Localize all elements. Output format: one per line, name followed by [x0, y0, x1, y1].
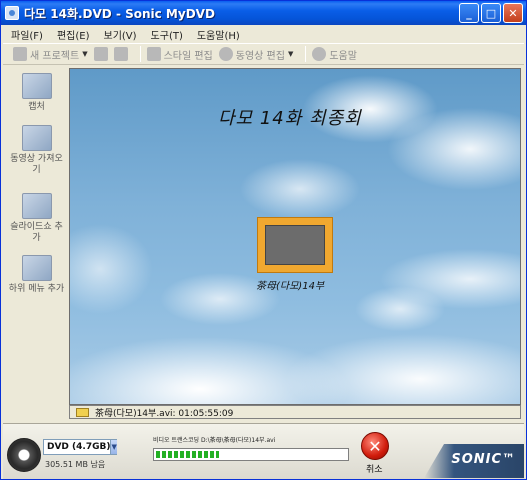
close-x-icon: ✕: [368, 436, 382, 456]
title-bar[interactable]: 다모 14화.DVD - Sonic MyDVD _ □ ✕: [1, 1, 526, 25]
chevron-down-icon[interactable]: ▼: [110, 440, 117, 454]
menu-help[interactable]: 도움말(H): [197, 27, 240, 42]
dropdown-caret-icon[interactable]: ▼: [82, 50, 87, 58]
menu-tools[interactable]: 도구(T): [151, 27, 183, 42]
help-label: 도움말: [329, 50, 357, 62]
video-thumbnail: [265, 225, 325, 265]
video-thumbnail-button[interactable]: [257, 217, 333, 273]
submenu-icon: [21, 255, 52, 281]
new-project-label: 새 프로젝트: [30, 50, 80, 62]
left-sidebar: 캡처 동영상 가져오기 슬라이드쇼 추가 하위 메뉴 추가: [5, 67, 68, 427]
new-project-button[interactable]: 새 프로젝트 ▼: [13, 47, 88, 62]
thumbnail-label[interactable]: 茶母(다모)14부: [256, 277, 324, 292]
edit-style-button[interactable]: 스타일 편집: [146, 47, 213, 62]
cancel-label: 취소: [366, 465, 383, 475]
close-button[interactable]: ✕: [503, 3, 523, 23]
help-icon: [312, 47, 327, 61]
edit-video-button[interactable]: 동영상 편집 ▼: [218, 47, 293, 62]
camera-icon: [21, 73, 52, 99]
open-button[interactable]: [93, 47, 108, 61]
save-button[interactable]: [113, 47, 128, 61]
toolbar-separator: [305, 46, 307, 62]
menu-view[interactable]: 보기(V): [104, 27, 137, 42]
disc-icon: [7, 438, 41, 472]
minimize-button[interactable]: _: [459, 3, 479, 23]
help-button[interactable]: 도움말: [312, 47, 357, 62]
open-folder-icon: [93, 47, 108, 61]
menu-preview[interactable]: 다모 14화 최종회 茶母(다모)14부: [69, 68, 521, 405]
window-title: 다모 14화.DVD - Sonic MyDVD: [24, 6, 215, 21]
add-submenu-label: 하위 메뉴 추가: [8, 284, 65, 294]
style-icon: [146, 47, 161, 61]
dropdown-caret-icon[interactable]: ▼: [288, 50, 293, 58]
edit-style-label: 스타일 편집: [163, 50, 213, 62]
import-video-label: 동영상 가져오기: [10, 154, 63, 175]
add-submenu-button[interactable]: 하위 메뉴 추가: [5, 255, 68, 295]
menu-file[interactable]: 파일(F): [11, 27, 43, 42]
capture-label: 캡처: [28, 102, 45, 112]
maximize-button[interactable]: □: [481, 3, 501, 23]
progress-fill: [156, 451, 219, 458]
bottom-panel: DVD (4.7GB) ▼ 305.51 MB 남음 비디오 트랜스코딩 D:\…: [3, 423, 524, 479]
sonic-logo: SONIC™: [451, 452, 516, 467]
menu-title[interactable]: 다모 14화 최종회: [218, 104, 362, 130]
window-controls: _ □ ✕: [459, 3, 523, 23]
video-reel-icon: [218, 47, 233, 61]
app-window: 다모 14화.DVD - Sonic MyDVD _ □ ✕ 파일(F) 편집(…: [0, 0, 527, 480]
disc-free-space: 305.51 MB 남음: [45, 460, 106, 469]
toolbar-separator: [139, 46, 141, 62]
app-icon[interactable]: [5, 6, 19, 20]
folder-icon: [76, 407, 89, 417]
add-slideshow-label: 슬라이드쇼 추가: [10, 222, 63, 243]
cancel-button[interactable]: ✕: [361, 432, 389, 460]
save-disk-icon: [113, 47, 128, 61]
menu-edit[interactable]: 편집(E): [57, 27, 90, 42]
disc-type-value: DVD (4.7GB): [47, 442, 111, 452]
progress-caption: 비디오 트랜스코딩 D:\茶母\茶母(다모)14부.avi: [153, 437, 276, 444]
disc-type-select[interactable]: DVD (4.7GB) ▼: [43, 439, 117, 455]
edit-video-label: 동영상 편집: [235, 50, 285, 62]
film-icon: [21, 125, 52, 151]
menu-bar: 파일(F) 편집(E) 보기(V) 도구(T) 도움말(H): [1, 25, 526, 43]
preview-status-bar: 茶母(다모)14부.avi: 01:05:55:09: [69, 405, 521, 419]
import-video-button[interactable]: 동영상 가져오기: [5, 125, 68, 176]
slideshow-icon: [21, 193, 52, 219]
progress-bar: [153, 448, 349, 461]
toolbar: 새 프로젝트 ▼ 스타일 편집 동영상 편집 ▼ 도움말: [3, 43, 524, 65]
capture-button[interactable]: 캡처: [5, 73, 68, 113]
add-slideshow-button[interactable]: 슬라이드쇼 추가: [5, 193, 68, 244]
new-document-icon: [13, 47, 27, 61]
preview-status-text: 茶母(다모)14부.avi: 01:05:55:09: [95, 408, 234, 419]
